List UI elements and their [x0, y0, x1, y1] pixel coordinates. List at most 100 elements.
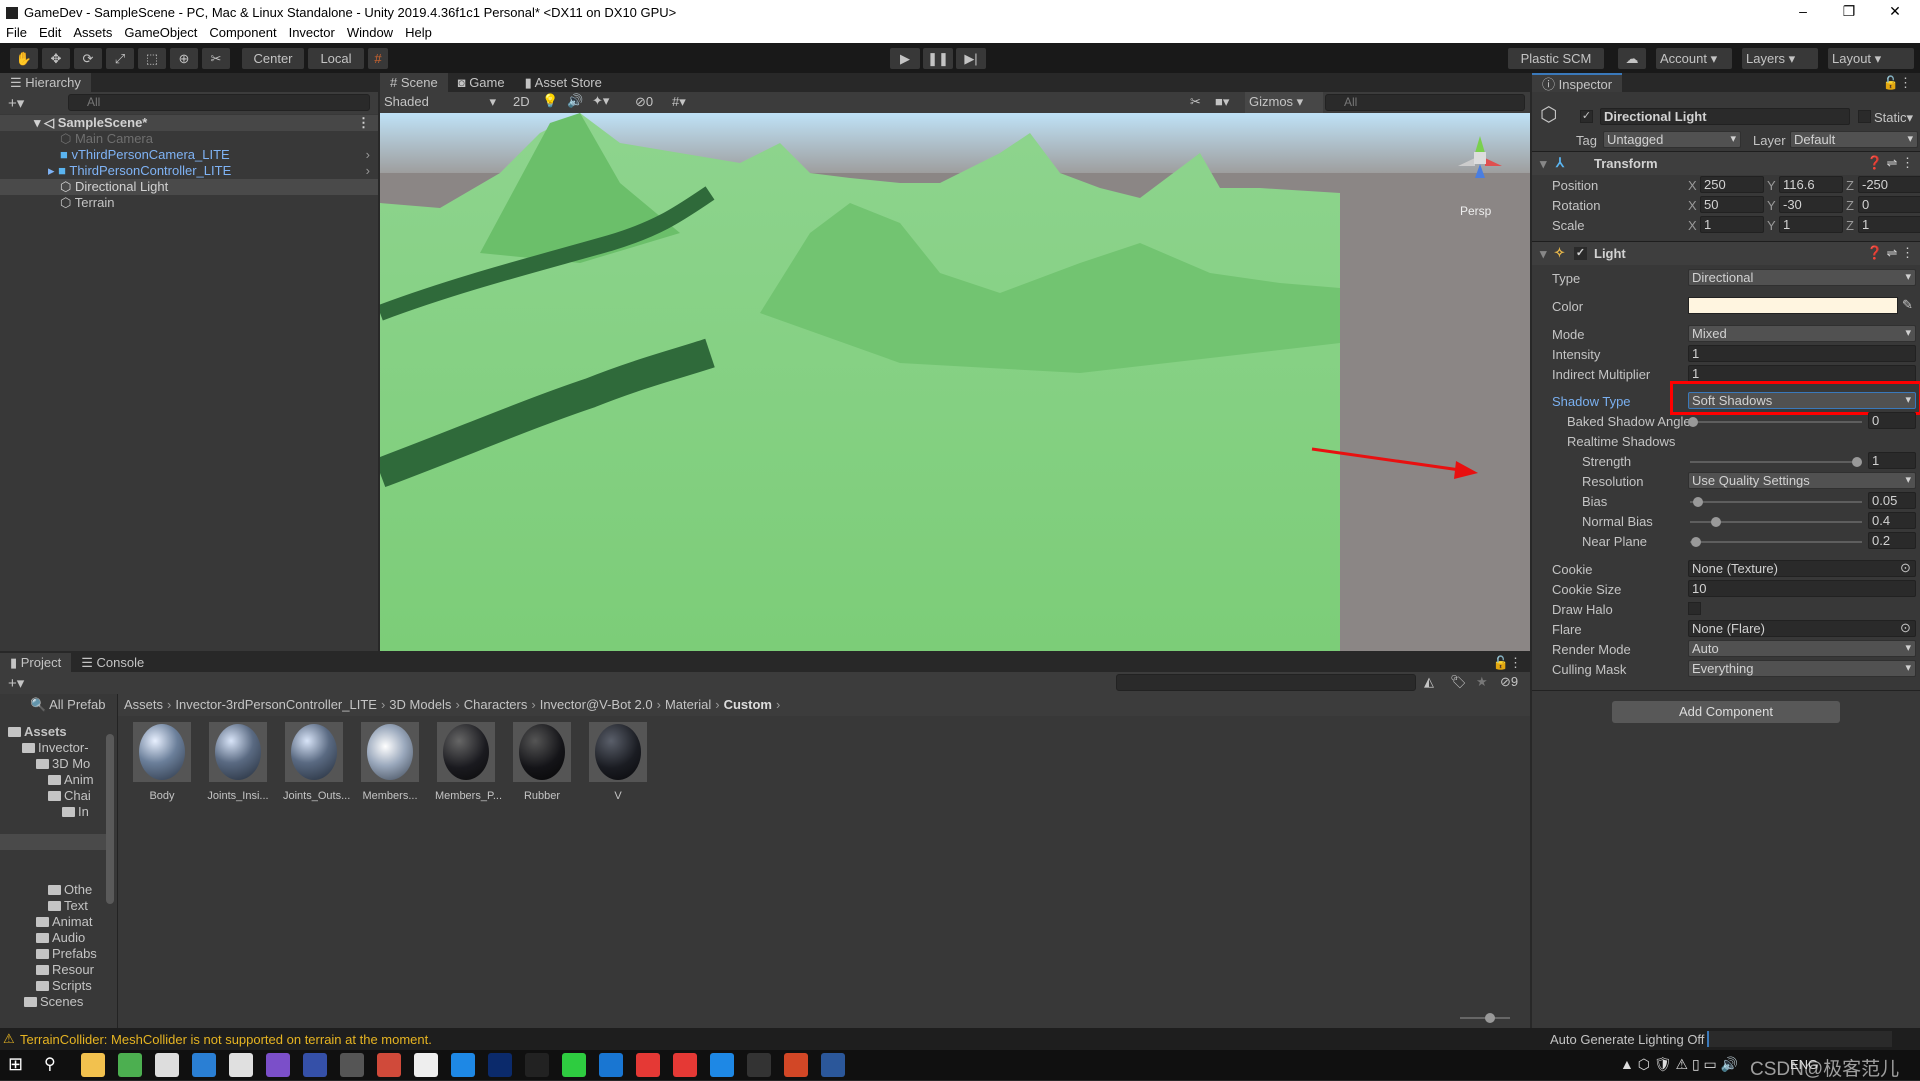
rect-tool-icon[interactable]: ⬚ [138, 48, 166, 69]
tree-scrollbar[interactable] [106, 734, 114, 904]
indirect-multiplier-field[interactable]: 1 [1688, 365, 1916, 382]
asset-item[interactable]: Rubber [511, 722, 573, 802]
folder-tree-item[interactable]: Prefabs [36, 946, 105, 962]
asset-item[interactable]: Joints_Outs... [283, 722, 350, 802]
effects-toggle-icon[interactable]: ✦▾ [592, 93, 609, 109]
close-button[interactable]: ✕ [1872, 0, 1918, 25]
lighting-toggle-icon[interactable]: 💡 [542, 93, 558, 109]
baked-angle-slider[interactable] [1688, 417, 1698, 427]
add-component-button[interactable]: Add Component [1612, 701, 1840, 723]
tab-inspector[interactable]: ⓘ Inspector [1532, 73, 1623, 92]
step-button[interactable]: ▶| [956, 48, 986, 69]
scene-viewport[interactable]: Persp [380, 113, 1530, 651]
search-icon[interactable]: ⚲ [44, 1054, 56, 1074]
folder-tree-item[interactable]: Invector- [22, 740, 105, 756]
layout-dropdown[interactable]: Layout ▾ [1828, 48, 1914, 69]
component-menu-icons[interactable]: ❓ ⇌ ⋮ [1867, 155, 1914, 171]
breadcrumb-item[interactable]: Custom [720, 697, 776, 712]
cookie-field[interactable]: None (Texture) [1688, 560, 1916, 577]
app-icon[interactable] [599, 1053, 623, 1077]
qq-icon[interactable] [525, 1053, 549, 1077]
create-button[interactable]: +▾ [8, 94, 24, 112]
transform-x-field[interactable]: 50 [1700, 196, 1764, 213]
unity-editor-icon[interactable] [747, 1053, 771, 1077]
play-button[interactable]: ▶ [890, 48, 920, 69]
thumbnail-size-slider[interactable] [1485, 1013, 1495, 1023]
breadcrumb-item[interactable]: Invector-3rdPersonController_LITE [171, 697, 381, 712]
app-icon[interactable] [710, 1053, 734, 1077]
hierarchy-item[interactable]: ⬡ Terrain [0, 195, 378, 211]
grid-toggle-icon[interactable]: #▾ [672, 94, 686, 110]
menu-invector[interactable]: Invector [283, 25, 341, 43]
transform-header[interactable]: ▾ ⅄ Transform ❓ ⇌ ⋮ [1532, 151, 1920, 175]
app-icon[interactable] [636, 1053, 660, 1077]
tab-console[interactable]: ☰ Console [71, 653, 154, 672]
breadcrumb-item[interactable]: Invector@V-Bot 2.0 [536, 697, 657, 712]
asset-item[interactable]: Members_P... [435, 722, 502, 802]
favorite-all-prefabs[interactable]: 🔍 All Prefab [30, 697, 110, 713]
transform-z-field[interactable]: -250 [1858, 176, 1920, 193]
static-dropdown[interactable]: Static▾ [1874, 110, 1913, 126]
folder-tree-item[interactable]: 3D Mo [36, 756, 105, 772]
menu-component[interactable]: Component [203, 25, 282, 43]
chevron-right-icon[interactable]: › [366, 147, 370, 163]
baked-angle-field[interactable]: 0 [1868, 412, 1916, 429]
unity-icon[interactable] [414, 1053, 438, 1077]
transform-y-field[interactable]: 116.6 [1779, 176, 1843, 193]
bias-slider[interactable] [1693, 497, 1703, 507]
unity-hub-icon[interactable] [155, 1053, 179, 1077]
layers-dropdown[interactable]: Layers ▾ [1742, 48, 1818, 69]
snap-icon[interactable]: # [368, 48, 388, 69]
shading-dropdown[interactable]: Shaded ▾ [384, 94, 500, 109]
tab-hierarchy[interactable]: ☰ Hierarchy [0, 73, 91, 92]
render-mode-dropdown[interactable]: Auto [1688, 640, 1916, 657]
maximize-button[interactable]: ❐ [1826, 0, 1872, 25]
menu-file[interactable]: File [0, 25, 33, 43]
folder-tree-item[interactable]: In [62, 804, 105, 820]
projection-label[interactable]: Persp [1460, 204, 1492, 218]
breadcrumb-item[interactable]: 3D Models [385, 697, 455, 712]
custom-tool-icon[interactable]: ✂ [202, 48, 230, 69]
static-checkbox[interactable] [1858, 110, 1871, 123]
folder-tree-item[interactable]: Assets [8, 724, 105, 740]
type-dropdown[interactable]: Directional [1688, 269, 1916, 286]
object-picker-icon[interactable]: ⊙ [1900, 560, 1911, 576]
hierarchy-search-input[interactable]: All [68, 94, 370, 111]
asset-item[interactable]: Body [131, 722, 193, 802]
breadcrumb-item[interactable]: Material [661, 697, 715, 712]
folder-tree-item[interactable]: Animat [36, 914, 105, 930]
lock-icon[interactable]: 🔓⋮ [1883, 75, 1912, 91]
netease-music-icon[interactable] [673, 1053, 697, 1077]
menu-window[interactable]: Window [341, 25, 399, 43]
transform-x-field[interactable]: 250 [1700, 176, 1764, 193]
minimize-button[interactable]: – [1780, 0, 1826, 25]
scene-root[interactable]: ▾ ◁ SampleScene* ⋮ [0, 115, 378, 131]
asset-item[interactable]: V [587, 722, 649, 802]
scene-search-input[interactable]: All [1325, 94, 1525, 111]
breadcrumb-item[interactable]: Assets [120, 697, 167, 712]
folder-tree-selected[interactable] [0, 834, 106, 850]
hierarchy-item[interactable]: ■ vThirdPersonCamera_LITE › [0, 147, 378, 163]
filter-label-icon[interactable]: 🏷 [1450, 674, 1467, 690]
camera-dropdown[interactable]: ■▾ [1215, 94, 1229, 110]
cookie-size-field[interactable]: 10 [1688, 580, 1916, 597]
word-icon[interactable] [821, 1053, 845, 1077]
transform-z-field[interactable]: 1 [1858, 216, 1920, 233]
system-tray-icons[interactable]: ▲ ⬡ 🛡 ⚠ ▯ ▭ 🔊 [1620, 1056, 1738, 1073]
filter-type-icon[interactable]: ◭ [1424, 674, 1434, 690]
light-header[interactable]: ▾ ✧ ✓ Light ❓ ⇌ ⋮ [1532, 241, 1920, 265]
folder-tree-item[interactable]: Chai [48, 788, 105, 804]
gizmos-dropdown[interactable]: Gizmos ▾ [1245, 92, 1323, 113]
component-menu-icons[interactable]: ❓ ⇌ ⋮ [1867, 245, 1914, 261]
console-message[interactable]: TerrainCollider: MeshCollider is not sup… [20, 1032, 432, 1047]
toggle-2d-button[interactable]: 2D [513, 94, 530, 109]
chrome-icon[interactable] [118, 1053, 142, 1077]
folder-tree-item[interactable]: Othe [48, 882, 105, 898]
folder-tree-item[interactable]: Anim [48, 772, 105, 788]
hidden-packages-toggle[interactable]: ⊘9 [1500, 674, 1518, 690]
eyedropper-icon[interactable]: ✎ [1902, 297, 1913, 313]
folder-tree-item[interactable]: Text [48, 898, 105, 914]
hand-tool-icon[interactable]: ✋ [10, 48, 38, 69]
hierarchy-item-selected[interactable]: ⬡ Directional Light [0, 179, 378, 195]
menu-edit[interactable]: Edit [33, 25, 67, 43]
